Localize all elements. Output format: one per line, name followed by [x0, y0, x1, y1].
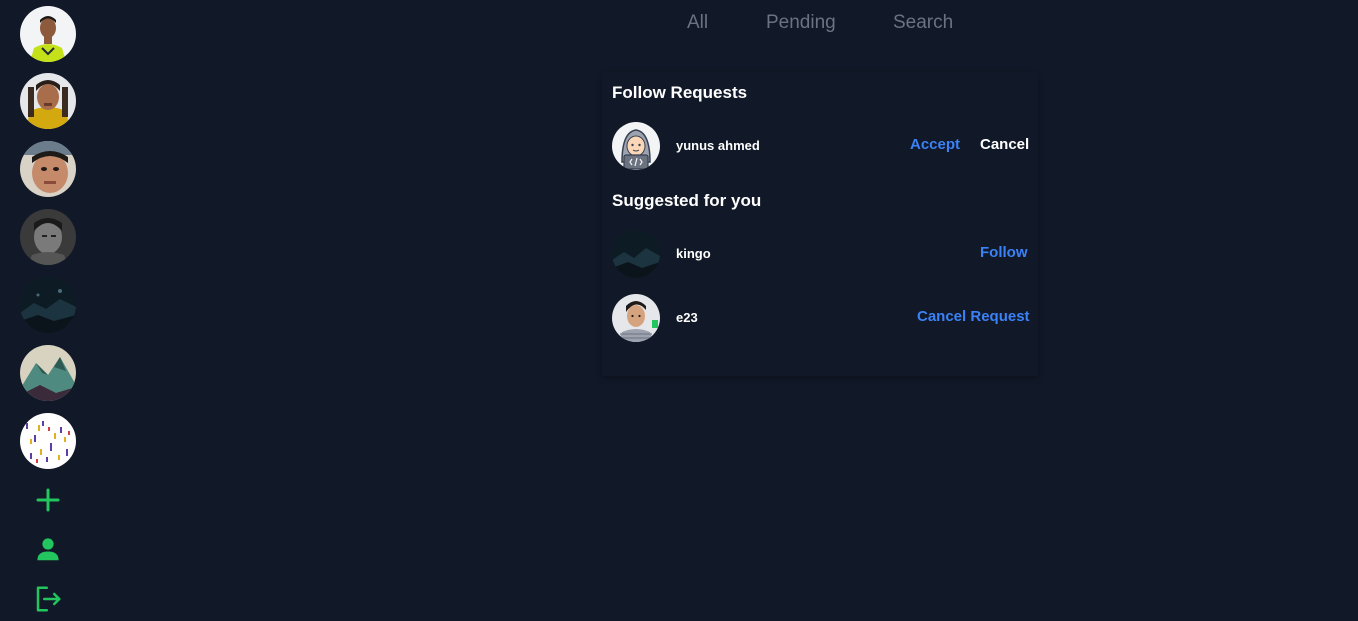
friends-panel: Follow Requests yunus ahmed Accept Cance… — [602, 72, 1038, 376]
follow-request-row: yunus ahmed Accept Cancel — [602, 121, 1038, 171]
avatar-mountain-art[interactable] — [20, 345, 76, 401]
suggested-title: Suggested for you — [612, 191, 762, 210]
cancel-button[interactable]: Cancel — [980, 136, 1029, 153]
avatar-man-yellow-shirt[interactable] — [20, 73, 76, 129]
username[interactable]: yunus ahmed — [676, 138, 760, 153]
avatar-grayscale-portrait[interactable] — [20, 209, 76, 265]
cancel-request-button[interactable]: Cancel Request — [917, 308, 1030, 325]
young-man-avatar-icon[interactable] — [612, 294, 660, 342]
hacker-avatar-icon[interactable] — [612, 122, 660, 170]
follow-requests-title: Follow Requests — [612, 83, 748, 102]
follow-button[interactable]: Follow — [980, 244, 1028, 261]
tab-all[interactable]: All — [687, 12, 708, 34]
username[interactable]: e23 — [676, 310, 698, 325]
accept-button[interactable]: Accept — [910, 136, 960, 153]
tab-pending[interactable]: Pending — [766, 12, 836, 34]
username[interactable]: kingo — [676, 246, 711, 261]
sidebar — [0, 0, 96, 621]
logout-icon[interactable] — [32, 583, 64, 615]
avatar-man-selfie[interactable] — [20, 141, 76, 197]
user-icon[interactable] — [32, 533, 64, 565]
dark-landscape-avatar-icon[interactable] — [612, 230, 660, 278]
avatar-confetti-pattern[interactable] — [20, 413, 76, 469]
suggested-row: kingo Follow — [602, 229, 1038, 279]
suggested-row: e23 Cancel Request — [602, 293, 1038, 343]
avatar-dark-landscape[interactable] — [20, 277, 76, 333]
tab-bar: All Pending Search — [0, 12, 1358, 40]
tab-search[interactable]: Search — [893, 12, 953, 34]
plus-icon[interactable] — [32, 484, 64, 516]
